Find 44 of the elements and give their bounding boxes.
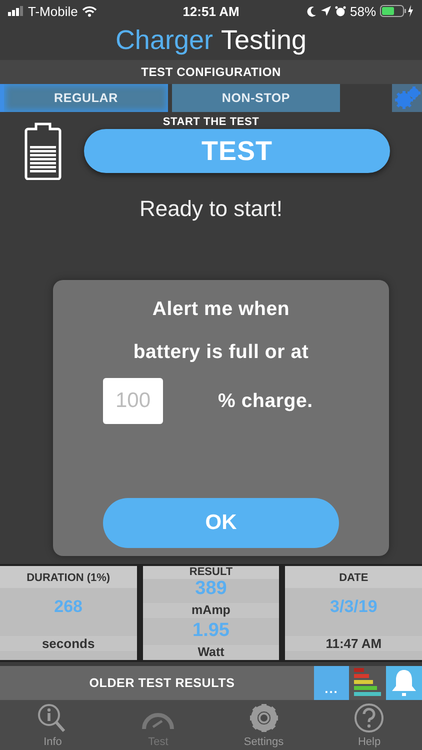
mode-tab[interactable]: REGULAR: [0, 84, 168, 112]
mode-tab[interactable]: NON-STOP: [172, 84, 340, 112]
result-label: mAmp: [142, 602, 280, 618]
alert-button[interactable]: [386, 666, 422, 700]
card-header: DATE: [285, 566, 422, 588]
older-results-label[interactable]: OLDER TEST RESULTS: [89, 676, 235, 690]
battery-charging-icon: [380, 5, 414, 17]
section-heading: TEST CONFIGURATION: [0, 60, 422, 84]
bell-icon: [391, 669, 417, 697]
result-value: 389: [194, 579, 228, 599]
wifi-icon: [82, 6, 97, 16]
percent-input[interactable]: 100: [103, 378, 163, 424]
tab-bar-item[interactable]: Settings: [211, 700, 316, 750]
ok-button[interactable]: OK: [103, 498, 339, 548]
clock-time: 12:51 AM: [182, 4, 240, 18]
result-label: 11:47 AM: [285, 636, 422, 651]
help-icon: [352, 703, 386, 733]
card-header: RESULT: [142, 566, 280, 579]
moon-icon: [306, 6, 317, 16]
result-value: 1.95: [192, 621, 230, 642]
more-button[interactable]: ...: [314, 666, 349, 700]
percent-suffix: % charge.: [218, 390, 313, 412]
result-value: 3/3/19: [329, 597, 378, 618]
result-value: 268: [53, 597, 84, 618]
battery-percent: 58%: [350, 4, 376, 18]
result-label: seconds: [0, 636, 137, 651]
card-header: DURATION (1%): [0, 566, 137, 588]
signal-icon: [8, 6, 24, 16]
result-label: Watt: [142, 644, 280, 660]
alert-message: battery is full or at: [133, 341, 309, 364]
section-heading: START THE TEST: [162, 116, 260, 130]
tab-bar-item[interactable]: Help: [316, 700, 422, 750]
test-button[interactable]: TEST: [84, 129, 390, 173]
settings-button[interactable]: [392, 84, 422, 112]
status-message: Ready to start!: [138, 196, 284, 222]
app-title-accent: Charger: [115, 24, 213, 56]
app-title: Testing: [220, 24, 307, 56]
tab-bar-item[interactable]: Info: [0, 700, 106, 750]
battery-icon: [24, 122, 62, 180]
alarm-clock-icon: [334, 6, 346, 16]
alert-message: Alert me when: [152, 298, 290, 321]
bar-chart-icon: [354, 668, 381, 698]
location-arrow-icon: [320, 6, 331, 16]
carrier-name: T-Mobile: [28, 4, 78, 18]
